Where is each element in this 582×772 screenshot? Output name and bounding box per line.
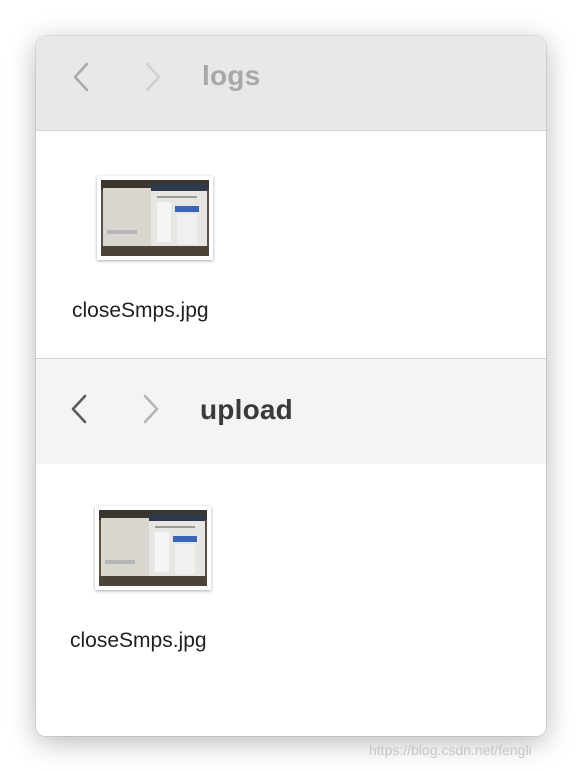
- chevron-right-icon: [145, 62, 161, 92]
- back-button[interactable]: [68, 392, 92, 426]
- image-thumbnail-icon: [95, 506, 211, 590]
- file-name: closeSmps.jpg: [70, 629, 207, 652]
- finder-window: logs closeSmps.jpg upload closeSmps.jpg: [36, 36, 546, 736]
- pane-upload: upload closeSmps.jpg: [36, 358, 546, 736]
- forward-button[interactable]: [138, 392, 162, 426]
- forward-button[interactable]: [140, 60, 164, 94]
- folder-title: logs: [202, 60, 261, 91]
- watermark: https://blog.csdn.net/fengli: [369, 742, 532, 758]
- file-item[interactable]: closeSmps.jpg: [66, 176, 246, 346]
- back-button[interactable]: [70, 60, 94, 94]
- toolbar-logs: logs: [36, 36, 546, 131]
- pane-logs: logs closeSmps.jpg: [36, 36, 546, 358]
- folder-title: upload: [200, 394, 293, 425]
- chevron-right-icon: [143, 394, 159, 424]
- toolbar-upload: upload: [36, 358, 546, 465]
- file-name: closeSmps.jpg: [72, 299, 209, 322]
- file-item[interactable]: closeSmps.jpg: [64, 506, 244, 676]
- file-grid-logs: closeSmps.jpg: [36, 131, 546, 358]
- file-grid-upload: closeSmps.jpg: [36, 464, 546, 736]
- chevron-left-icon: [73, 62, 89, 92]
- image-thumbnail-icon: [97, 176, 213, 260]
- chevron-left-icon: [71, 394, 87, 424]
